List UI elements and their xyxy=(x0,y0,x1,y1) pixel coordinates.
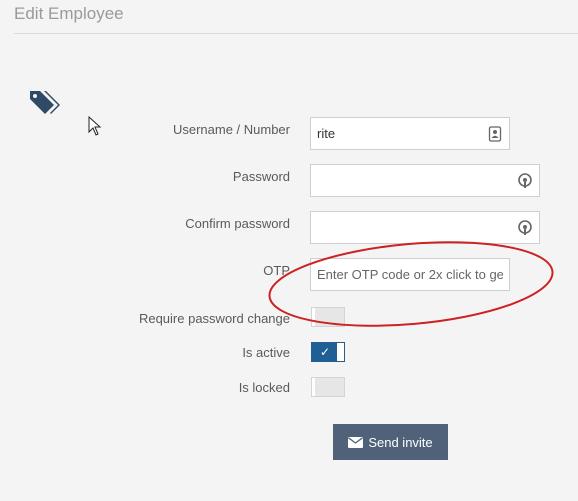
key-icon[interactable] xyxy=(518,173,532,189)
confirm-password-field[interactable] xyxy=(310,211,540,244)
toggle-knob xyxy=(337,343,344,361)
password-label: Password xyxy=(232,169,290,184)
key-icon[interactable] xyxy=(518,220,532,236)
username-input[interactable] xyxy=(311,118,509,149)
toggle-knob xyxy=(312,308,315,326)
password-field[interactable] xyxy=(310,164,540,197)
toggle-knob xyxy=(312,378,315,396)
otp-field[interactable] xyxy=(310,258,510,291)
confirm-password-label: Confirm password xyxy=(185,216,290,231)
is-active-label: Is active xyxy=(242,345,290,360)
confirm-password-input[interactable] xyxy=(311,212,539,243)
require-password-change-label: Require password change xyxy=(138,311,290,326)
username-label: Username / Number xyxy=(172,122,290,137)
is-locked-label: Is locked xyxy=(238,380,290,395)
is-active-toggle[interactable]: ✓ xyxy=(311,342,345,362)
tags-icon xyxy=(30,91,60,114)
require-password-change-toggle[interactable] xyxy=(311,307,345,327)
page-title: Edit Employee xyxy=(14,4,124,23)
address-card-icon[interactable] xyxy=(488,126,502,142)
is-locked-toggle[interactable] xyxy=(311,377,345,397)
otp-input[interactable] xyxy=(311,259,509,290)
checkmark-icon: ✓ xyxy=(320,345,331,359)
title-divider xyxy=(14,33,578,34)
password-input[interactable] xyxy=(311,165,539,196)
send-invite-label: Send invite xyxy=(368,434,433,450)
otp-label: OTP xyxy=(263,263,290,278)
username-field[interactable] xyxy=(310,117,510,150)
send-invite-button[interactable]: Send invite xyxy=(333,424,448,460)
mouse-cursor-icon xyxy=(88,116,102,136)
envelope-icon xyxy=(348,436,364,448)
